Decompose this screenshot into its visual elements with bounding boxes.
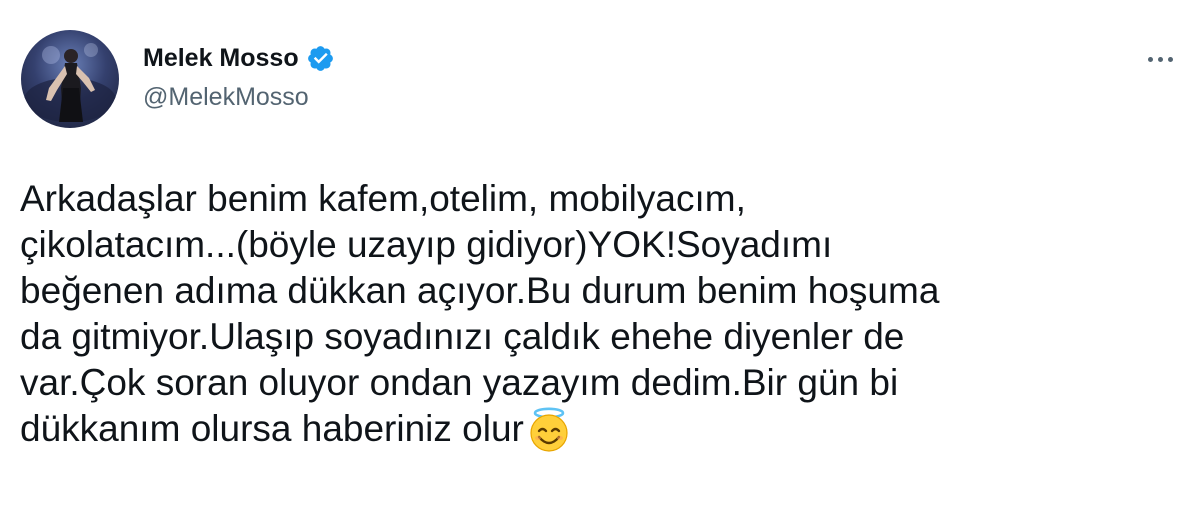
tweet-text-line: çikolatacım...(böyle uzayıp gidiyor)YOK!… <box>20 224 833 265</box>
more-options-icon[interactable] <box>1140 44 1180 74</box>
more-dot <box>1167 56 1173 62</box>
more-dot <box>1157 56 1163 62</box>
tweet-text: Arkadaşlar benim kafem,otelim, mobilyacı… <box>20 176 1195 453</box>
more-dot <box>1147 56 1153 62</box>
author-handle[interactable]: @MelekMosso <box>143 83 309 112</box>
tweet-text-line: Arkadaşlar benim kafem,otelim, mobilyacı… <box>20 178 746 219</box>
tweet-text-line: var.Çok soran oluyor ondan yazayım dedim… <box>20 362 899 403</box>
tweet-card: Melek Mosso @MelekMosso Arkadaşlar benim… <box>0 0 1200 521</box>
avatar-image <box>24 43 116 122</box>
tweet-text-line: da gitmiyor.Ulaşıp soyadınızı çaldık ehe… <box>20 316 905 357</box>
tweet-text-line: beğenen adıma dükkan açıyor.Bu durum ben… <box>20 270 940 311</box>
author-display-name[interactable]: Melek Mosso <box>143 44 299 73</box>
verified-badge-icon <box>306 44 335 73</box>
author-avatar[interactable] <box>21 30 119 128</box>
tweet-text-last-line: dükkanım olursa haberiniz olur <box>20 406 1195 453</box>
tweet-text-line: dükkanım olursa haberiniz olur <box>20 408 524 449</box>
smiling-face-with-halo-icon <box>526 407 572 453</box>
author-name-row: Melek Mosso <box>143 38 335 78</box>
